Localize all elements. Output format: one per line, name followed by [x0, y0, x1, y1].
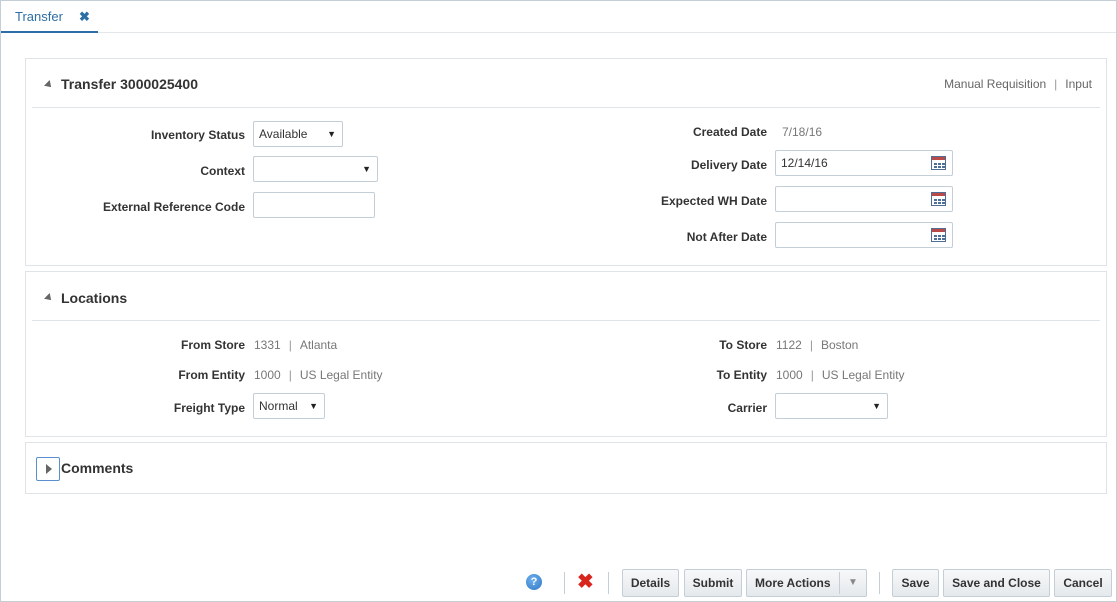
calendar-icon[interactable]	[931, 156, 946, 170]
external-reference-code-label: External Reference Code	[102, 200, 245, 214]
to-store-name: Boston	[820, 338, 859, 352]
to-entity-id: 1000	[776, 368, 803, 382]
locations-title: Locations	[61, 290, 128, 306]
button-divider	[839, 572, 840, 594]
freight-type-value: Normal	[259, 399, 298, 413]
carrier-label: Carrier	[727, 401, 767, 415]
context-select[interactable]: ▼	[253, 156, 378, 182]
to-entity-label: To Entity	[716, 368, 767, 382]
expected-wh-date-input[interactable]	[775, 186, 953, 212]
freight-type-select[interactable]: Normal ▼	[253, 393, 325, 419]
inventory-status-select[interactable]: Available ▼	[253, 121, 343, 147]
inventory-status-label: Inventory Status	[150, 128, 245, 142]
separator: |	[809, 338, 813, 352]
to-entity-name: US Legal Entity	[821, 368, 905, 382]
chevron-down-icon: ▼	[309, 401, 318, 411]
delivery-date-input[interactable]: 12/14/16	[775, 150, 953, 176]
more-actions-button[interactable]: More Actions ▼	[746, 569, 867, 597]
from-entity-label: From Entity	[178, 368, 245, 382]
inventory-status-value: Available	[259, 127, 308, 141]
separator: |	[1054, 77, 1058, 91]
toolbar-separator	[879, 572, 880, 594]
details-button[interactable]: Details	[622, 569, 679, 597]
external-reference-code-input[interactable]	[253, 192, 375, 218]
separator: |	[288, 338, 292, 352]
chevron-down-icon: ▼	[872, 401, 881, 411]
from-store-id: 1331	[254, 338, 281, 352]
not-after-date-input[interactable]	[775, 222, 953, 248]
separator: |	[288, 368, 292, 382]
locations-panel: Locations From Store 1331 | Atlanta From E…	[25, 271, 1107, 437]
page-title: Transfer 3000025400	[61, 76, 198, 92]
save-and-close-button[interactable]: Save and Close	[943, 569, 1050, 597]
transfer-type: Manual Requisition	[944, 77, 1047, 91]
to-entity-value: 1000 | US Legal Entity	[776, 368, 905, 382]
locations-panel-header: Locations	[26, 272, 1106, 320]
to-store-value: 1122 | Boston	[776, 338, 858, 352]
close-tab-icon[interactable]: ✖	[79, 9, 90, 25]
tab-bar: Transfer ✖	[1, 1, 1116, 33]
divider	[32, 107, 1100, 108]
delete-icon[interactable]: ✖	[577, 572, 594, 592]
chevron-down-icon: ▼	[327, 129, 336, 139]
more-actions-label: More Actions	[755, 576, 831, 590]
from-store-name: Atlanta	[299, 338, 338, 352]
not-after-date-label: Not After Date	[686, 230, 767, 244]
comments-title[interactable]: Comments	[61, 460, 133, 476]
expand-comments-icon[interactable]	[36, 457, 60, 481]
from-store-label: From Store	[180, 338, 245, 352]
divider	[32, 320, 1100, 321]
comments-panel: Comments	[25, 442, 1107, 494]
calendar-icon[interactable]	[931, 192, 946, 206]
freight-type-label: Freight Type	[173, 401, 245, 415]
content-area: Transfer 3000025400 Manual Requisition | I…	[1, 33, 1116, 601]
save-button[interactable]: Save	[892, 569, 939, 597]
collapse-icon[interactable]	[44, 293, 54, 303]
created-date-value: 7/18/16	[782, 125, 823, 139]
chevron-down-icon[interactable]: ▼	[848, 577, 858, 588]
separator: |	[810, 368, 814, 382]
transfer-panel: Transfer 3000025400 Manual Requisition | I…	[25, 58, 1107, 266]
chevron-down-icon: ▼	[362, 164, 371, 174]
carrier-select[interactable]: ▼	[775, 393, 888, 419]
from-entity-value: 1000 | US Legal Entity	[254, 368, 383, 382]
delivery-date-label: Delivery Date	[690, 158, 767, 172]
calendar-icon[interactable]	[931, 228, 946, 242]
transfer-status: Input	[1065, 77, 1092, 91]
submit-button[interactable]: Submit	[684, 569, 742, 597]
delivery-date-value: 12/14/16	[781, 156, 828, 170]
tab-label: Transfer	[15, 8, 63, 24]
created-date-label: Created Date	[692, 125, 767, 139]
help-icon[interactable]: ?	[526, 574, 542, 590]
context-label: Context	[200, 164, 245, 178]
cancel-button[interactable]: Cancel	[1054, 569, 1112, 597]
header-meta: Manual Requisition | Input	[944, 77, 1092, 91]
toolbar-separator	[564, 572, 565, 594]
collapse-icon[interactable]	[44, 80, 54, 90]
from-store-value: 1331 | Atlanta	[254, 338, 337, 352]
transfer-panel-header: Transfer 3000025400 Manual Requisition | I…	[26, 59, 1106, 107]
to-store-label: To Store	[719, 338, 767, 352]
expected-wh-date-label: Expected WH Date	[660, 194, 767, 208]
to-store-id: 1122	[776, 338, 802, 352]
from-entity-id: 1000	[254, 368, 281, 382]
toolbar-separator	[608, 572, 609, 594]
from-entity-name: US Legal Entity	[299, 368, 383, 382]
